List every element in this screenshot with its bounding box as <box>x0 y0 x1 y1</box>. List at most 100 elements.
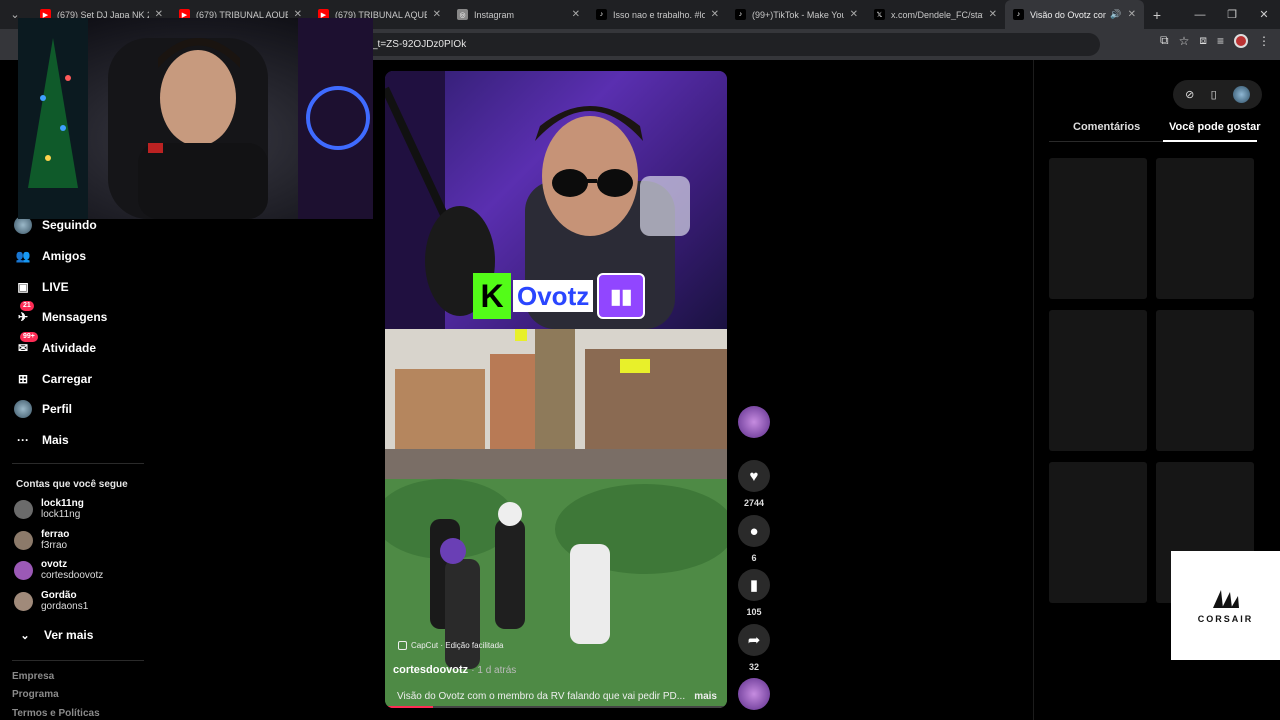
kick-channel-logo: K Ovotz ▮▮ <box>473 273 646 319</box>
suggested-video-thumb[interactable] <box>1049 462 1147 603</box>
sidebar-item-perfil[interactable]: Perfil <box>14 400 72 418</box>
sidebar-item-atividade[interactable]: ✉ 99+ Atividade <box>14 332 96 357</box>
active-tab-indicator <box>1163 140 1257 142</box>
account-name: ovotz <box>41 559 68 570</box>
minimize-icon[interactable]: — <box>1184 0 1216 29</box>
avatar <box>14 531 33 550</box>
capcut-icon <box>398 641 407 650</box>
footer-link[interactable]: Termos e Políticas <box>12 708 100 719</box>
account-handle: cortesdoovotz <box>41 570 104 581</box>
account-name: ferrao <box>41 529 70 540</box>
profile-icon <box>14 400 32 418</box>
sidebar-item-carregar[interactable]: ⊞ Carregar <box>14 370 92 388</box>
browser-tab[interactable]: ♪ (99+)TikTok - Make Your ✕ <box>727 0 866 29</box>
sidebar-item-label: Mensagens <box>42 310 108 324</box>
tab-title: (99+)TikTok - Make Your <box>752 9 844 20</box>
url-field[interactable]: _t=ZS-92OJDz0PIOk <box>360 33 1100 56</box>
tab-comments[interactable]: Comentários <box>1073 121 1140 133</box>
account-text: ferrao f3rrao <box>41 529 69 552</box>
comment-button[interactable]: ● 6 <box>737 515 771 563</box>
sound-disc-icon <box>738 678 770 710</box>
followed-account[interactable]: ovotz cortesdoovotz <box>14 559 103 582</box>
video-player[interactable]: K Ovotz ▮▮ CapCut · Edição facilitada co… <box>385 71 727 708</box>
sidebar-item-label: LIVE <box>42 280 69 294</box>
video-game-footage: CapCut · Edição facilitada cortesdoovotz… <box>385 329 727 708</box>
compass-icon[interactable]: ⊘ <box>1185 88 1194 101</box>
video-progress-bar[interactable] <box>385 706 727 708</box>
sidebar-item-label: Perfil <box>42 402 73 416</box>
tiktok-icon: ♪ <box>735 9 746 20</box>
sidebar-item-mais[interactable]: ··· Mais <box>14 431 69 449</box>
activity-icon: ✉ 99+ <box>14 332 38 357</box>
tiktok-icon: ♪ <box>1013 9 1024 20</box>
close-tab-icon[interactable]: ✕ <box>433 9 441 20</box>
upload-icon: ⊞ <box>17 372 29 386</box>
share-button[interactable]: ➦ 32 <box>737 624 771 672</box>
notification-badge: 21 <box>20 301 34 311</box>
followed-account[interactable]: Gordão gordaons1 <box>14 590 88 613</box>
video-caption: Visão do Ovotz com o membro da RV faland… <box>397 691 686 702</box>
suggested-video-thumb[interactable] <box>1156 158 1254 299</box>
chevron-down-icon: ⌄ <box>20 629 30 642</box>
sponsor-brand: CORSAIR <box>1197 613 1254 624</box>
sound-avatar-button[interactable] <box>737 678 771 710</box>
close-tab-icon[interactable]: ✕ <box>711 9 719 20</box>
followed-account[interactable]: lock11ng lock11ng <box>14 498 84 521</box>
suggested-video-thumb[interactable] <box>1049 310 1147 451</box>
extensions-icon[interactable]: ⧈ <box>1199 33 1207 48</box>
close-tab-icon[interactable]: ✕ <box>1128 9 1136 20</box>
close-tab-icon[interactable]: ✕ <box>572 9 580 20</box>
video-author[interactable]: cortesdoovotz · 1 d atrás <box>393 664 516 676</box>
install-app-icon[interactable]: ⧉ <box>1160 33 1169 48</box>
x-icon: 𝕏 <box>874 9 885 20</box>
sidebar-item-live[interactable]: ▣ LIVE <box>14 278 69 296</box>
following-section-title: Contas que você segue <box>16 479 128 490</box>
followed-account[interactable]: ferrao f3rrao <box>14 529 69 552</box>
save-button[interactable]: ▮ 105 <box>737 569 771 617</box>
maximize-icon[interactable]: ❐ <box>1216 0 1248 29</box>
account-handle: gordaons1 <box>41 601 89 612</box>
sidebar-item-label: Mais <box>42 433 69 447</box>
tab-suggested[interactable]: Você pode gostar <box>1169 121 1260 133</box>
account-name: Gordão <box>41 590 77 601</box>
suggested-video-thumb[interactable] <box>1156 310 1254 451</box>
account-text: Gordão gordaons1 <box>41 590 88 613</box>
kebab-menu-icon[interactable]: ⋮ <box>1258 34 1270 48</box>
live-icon: ▣ <box>17 280 29 294</box>
suggested-video-thumb[interactable] <box>1049 158 1147 299</box>
like-button[interactable]: ♥ 2744 <box>737 460 771 508</box>
footer-link[interactable]: Programa <box>12 689 59 700</box>
new-tab-button[interactable]: + <box>1144 7 1170 23</box>
sidebar-item-mensagens[interactable]: ✈ 21 Mensagens <box>14 301 108 326</box>
user-avatar[interactable] <box>1232 86 1250 103</box>
browser-tab[interactable]: ◎ Instagram ✕ <box>449 0 588 29</box>
caption-more-link[interactable]: mais <box>694 691 717 702</box>
close-window-icon[interactable]: ✕ <box>1248 0 1280 29</box>
sidebar-item-amigos[interactable]: 👥 Amigos <box>14 247 87 265</box>
close-tab-icon[interactable]: ✕ <box>989 9 997 20</box>
close-tab-icon[interactable]: ✕ <box>850 9 858 20</box>
corsair-sails-icon <box>1212 589 1239 608</box>
share-icon: ➦ <box>738 624 770 656</box>
capcut-tag[interactable]: CapCut · Edição facilitada <box>398 641 504 650</box>
footer-link[interactable]: Empresa <box>12 671 54 682</box>
creator-avatar-button[interactable] <box>737 406 771 438</box>
speaker-icon[interactable]: 🔊 <box>1110 9 1121 20</box>
tab-title: x.com/Dendele_FC/statu <box>891 9 983 20</box>
phone-icon[interactable]: ▯ <box>1211 88 1217 101</box>
see-more-button[interactable]: ⌄ Ver mais <box>16 626 93 644</box>
bookmark-star-icon[interactable]: ☆ <box>1179 34 1190 48</box>
browser-tab[interactable]: 𝕏x.com/Dendele_FC/statu ✕ <box>866 0 1005 29</box>
media-control-icon[interactable]: ≡ <box>1217 34 1224 48</box>
like-count: 2744 <box>743 498 765 508</box>
notification-badge: 99+ <box>20 332 38 342</box>
profile-avatar-icon[interactable] <box>1234 33 1248 48</box>
more-icon: ··· <box>17 433 29 447</box>
browser-tab[interactable]: ♪ Isso nao e trabalho. #louc ✕ <box>588 0 727 29</box>
account-text: lock11ng lock11ng <box>41 498 84 521</box>
author-name: cortesdoovotz <box>393 664 469 676</box>
browser-tab[interactable]: ♪ Visão do Ovotz com 🔊 ✕ <box>1005 0 1144 29</box>
save-count: 105 <box>746 607 762 617</box>
globe-icon: ◎ <box>457 9 468 20</box>
window-controls: — ❐ ✕ <box>1184 0 1280 29</box>
